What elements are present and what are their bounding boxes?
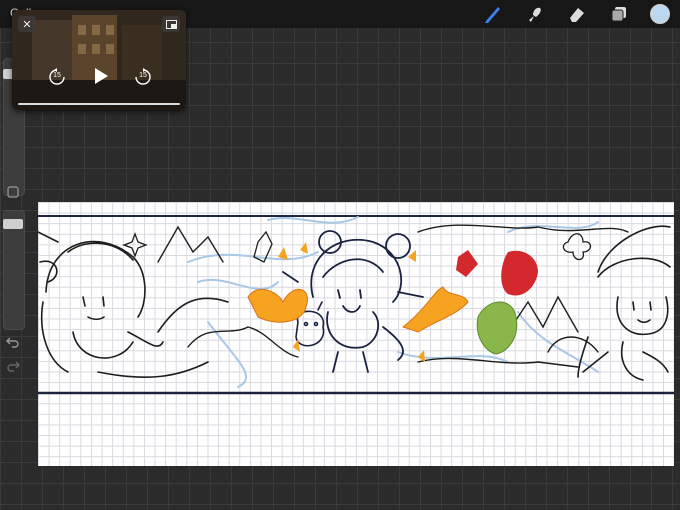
skip-forward-label: 15: [139, 72, 147, 79]
brush-icon[interactable]: [482, 4, 504, 24]
skip-forward-button[interactable]: 15: [134, 68, 152, 86]
tool-group: [482, 4, 670, 24]
eraser-icon[interactable]: [566, 4, 588, 24]
color-swatch[interactable]: [650, 4, 670, 24]
sketch-artwork: [38, 215, 674, 395]
video-pip-player[interactable]: ✕ 15 15: [12, 10, 186, 110]
undo-icon[interactable]: [3, 336, 23, 352]
video-frame: [12, 10, 186, 110]
opacity-slider[interactable]: [3, 210, 25, 330]
skip-back-button[interactable]: 15: [48, 68, 66, 86]
pip-toggle-icon[interactable]: [162, 16, 180, 32]
opacity-knob[interactable]: [3, 219, 23, 229]
close-icon[interactable]: ✕: [18, 16, 36, 32]
drawing-canvas[interactable]: [38, 202, 674, 466]
modify-square-button[interactable]: [3, 186, 23, 202]
play-button[interactable]: [92, 66, 110, 86]
video-progress-bar[interactable]: [18, 103, 180, 105]
redo-icon[interactable]: [3, 360, 23, 376]
smudge-icon[interactable]: [524, 4, 546, 24]
skip-back-label: 15: [53, 72, 61, 79]
layers-icon[interactable]: [608, 4, 630, 24]
